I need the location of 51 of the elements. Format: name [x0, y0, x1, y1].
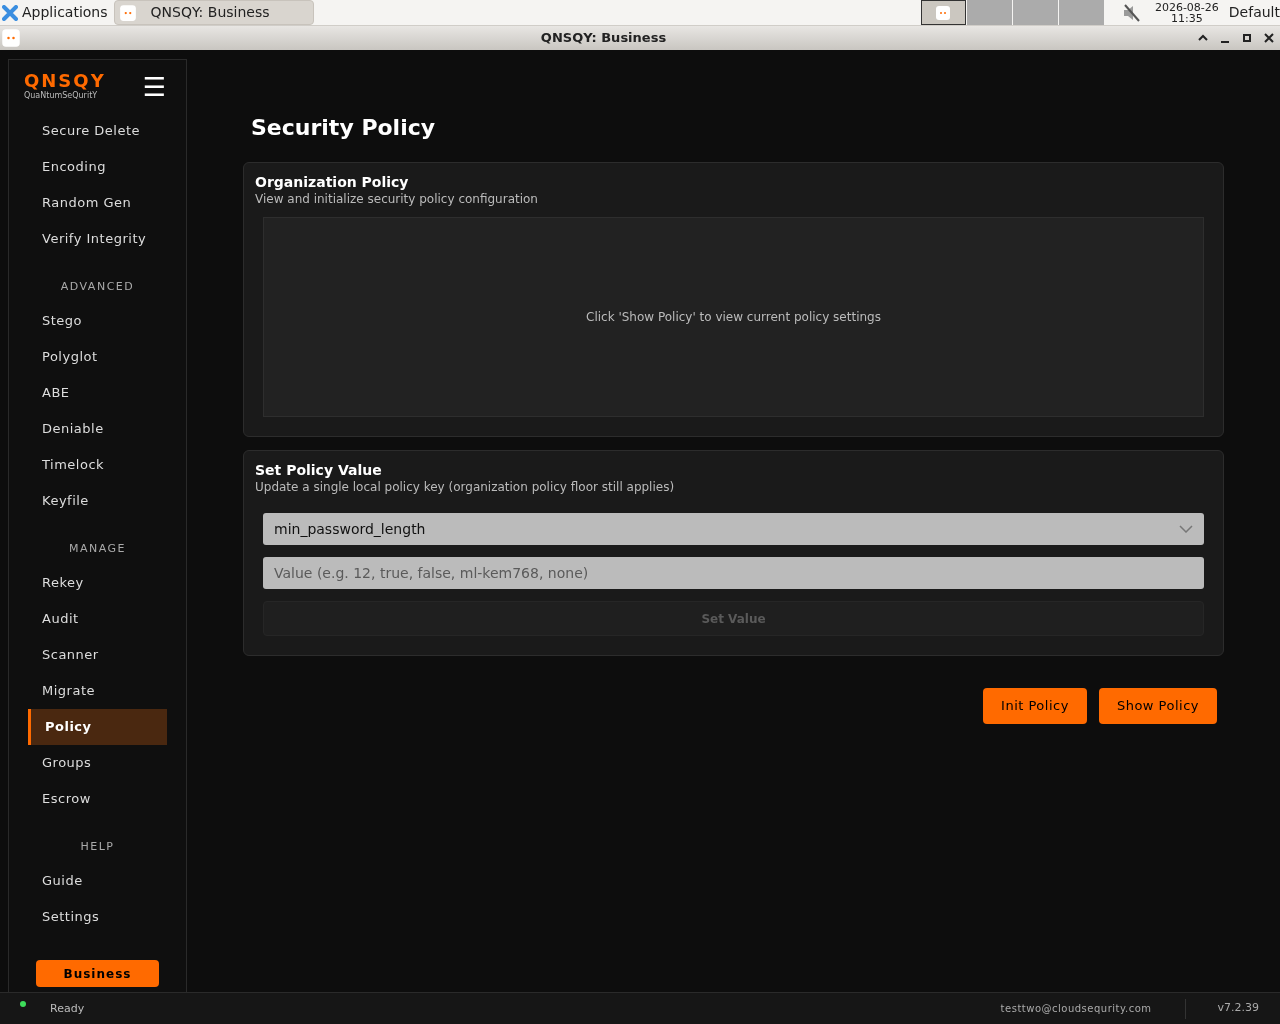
- nav-item[interactable]: Migrate: [28, 673, 167, 709]
- nav-item[interactable]: Scanner: [28, 637, 167, 673]
- version-label: v7.2.39: [1217, 1000, 1259, 1017]
- card-title: Set Policy Value: [255, 461, 383, 479]
- applications-menu[interactable]: Applications: [0, 0, 112, 25]
- nav-item[interactable]: Settings: [28, 899, 167, 935]
- nav-item[interactable]: Groups: [28, 745, 167, 781]
- page-title: Security Policy: [251, 114, 437, 142]
- card-subtitle: View and initialize security policy configuration: [255, 191, 539, 207]
- app-icon: [1, 28, 21, 48]
- brand-logo: QNSQY: [24, 72, 106, 90]
- maximize-icon[interactable]: [1240, 31, 1254, 45]
- nav-item[interactable]: Timelock: [28, 447, 167, 483]
- action-button[interactable]: Show Policy: [1098, 688, 1217, 724]
- task-button[interactable]: QNSQY: Business: [113, 0, 314, 25]
- app-icon: [118, 3, 137, 22]
- user-email: testtwo@cloudsequrity.com: [1000, 1002, 1152, 1016]
- section-heading: MANAGE: [67, 541, 128, 557]
- clock[interactable]: 2026-08-26 11:35: [1154, 1, 1219, 24]
- action-button[interactable]: Init Policy: [983, 688, 1087, 724]
- nav-item[interactable]: Stego: [28, 303, 167, 339]
- nav-item[interactable]: Random Gen: [28, 185, 167, 221]
- chevron-down-icon: [1179, 525, 1193, 533]
- workspace-button[interactable]: [920, 0, 966, 25]
- window-title: QNSQY: Business: [540, 29, 667, 48]
- section-heading: HELP: [79, 839, 116, 855]
- nav-item[interactable]: Polyglot: [28, 339, 167, 375]
- nav-item[interactable]: Rekey: [28, 565, 167, 601]
- nav-item[interactable]: Deniable: [28, 411, 167, 447]
- nav-item[interactable]: Policy: [28, 709, 167, 745]
- nav-item[interactable]: Keyfile: [28, 483, 167, 519]
- empty-message: Click 'Show Policy' to view current policy settings: [586, 309, 881, 326]
- nav-item[interactable]: Guide: [28, 863, 167, 899]
- x-logo-icon: [2, 4, 18, 21]
- keyboard-layout[interactable]: Default: [1228, 2, 1280, 23]
- status-text: Ready: [50, 1000, 85, 1017]
- nav-item[interactable]: Audit: [28, 601, 167, 637]
- nav-item[interactable]: Verify Integrity: [28, 221, 167, 257]
- app-icon: [935, 4, 952, 21]
- card-subtitle: Update a single local policy key (organization policy floor still applies): [255, 479, 676, 495]
- value-field[interactable]: Value (e.g. 12, true, false, ml-kem768, none): [263, 557, 1204, 589]
- nav-item[interactable]: Secure Delete: [28, 113, 167, 149]
- nav-item[interactable]: Encoding: [28, 149, 167, 185]
- tier-button[interactable]: Business: [36, 960, 159, 987]
- card-title: Organization Policy: [255, 173, 410, 191]
- section-heading: ADVANCED: [59, 279, 136, 295]
- brand-tagline: QuaNtumSeQuritY: [24, 91, 98, 101]
- nav-item[interactable]: ABE: [28, 375, 167, 411]
- close-icon[interactable]: [1262, 31, 1276, 45]
- policy-key-select[interactable]: min_password_length: [263, 513, 1204, 545]
- nav-item[interactable]: Escrow: [28, 781, 167, 817]
